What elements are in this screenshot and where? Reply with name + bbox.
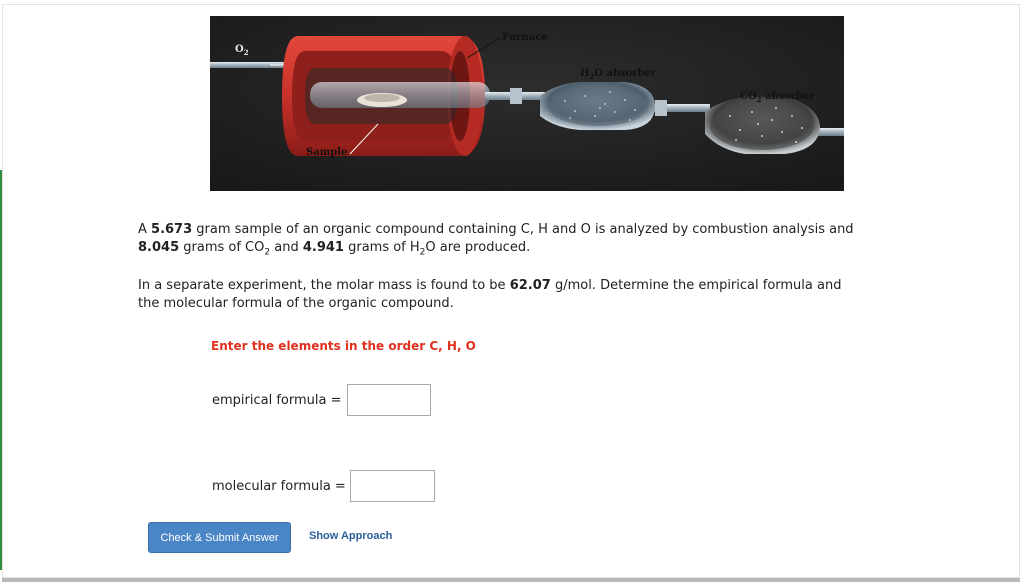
molecular-formula-label: molecular formula = — [212, 479, 346, 494]
sample-label: Sample — [306, 147, 347, 158]
p1-text-5: grams of H — [343, 240, 420, 255]
problem-paragraph-2: In a separate experiment, the molar mass… — [138, 277, 898, 313]
bottom-scroll-bar — [2, 578, 1020, 582]
o2-label-text: O — [235, 44, 244, 55]
submit-button-label: Check & Submit Answer — [160, 531, 279, 544]
co2-label-suffix: absorber — [761, 91, 815, 102]
check-submit-answer-button[interactable]: Check & Submit Answer — [148, 522, 291, 553]
co2-mass-value: 8.045 — [138, 240, 180, 255]
sample-mass-value: 5.673 — [151, 222, 193, 237]
molar-mass-value: 62.07 — [509, 278, 551, 293]
p2-text-1: In a separate experiment, the molar mass… — [138, 278, 510, 293]
show-approach-link[interactable]: Show Approach — [309, 530, 392, 542]
furnace-label: Furnace — [502, 32, 548, 43]
element-order-instruction: Enter the elements in the order C, H, O — [211, 339, 476, 353]
p1-text-2: gram sample of an organic compound conta… — [192, 222, 854, 237]
left-rail — [0, 170, 2, 570]
p2-text-2: g/mol. Determine the empirical formula a… — [550, 278, 842, 293]
co2-absorber-label: CO2 absorber — [740, 91, 815, 104]
o2-label: O2 — [235, 44, 249, 57]
problem-paragraph-1: A 5.673 gram sample of an organic compou… — [138, 221, 898, 262]
combustion-apparatus-figure: O2 Furnace H2O absorber CO2 absorber Sam… — [210, 16, 844, 191]
sample-label-text: Sample — [306, 147, 348, 158]
h2o-absorber-label: H2O absorber — [580, 68, 656, 81]
p1-text-3: grams of CO — [179, 240, 265, 255]
empirical-formula-label: empirical formula = — [212, 393, 342, 408]
co2-label-prefix: CO — [740, 91, 757, 102]
o2-label-sub: 2 — [243, 48, 249, 57]
h2o-mass-value: 4.941 — [302, 240, 344, 255]
p1-text-4: and — [270, 240, 303, 255]
p2-text-3: the molecular formula of the organic com… — [138, 296, 454, 311]
molecular-formula-input[interactable] — [350, 470, 435, 502]
empirical-formula-input[interactable] — [347, 384, 431, 416]
furnace-label-text: Furnace — [502, 32, 548, 43]
p1-text-6: O are produced. — [425, 240, 531, 255]
p1-text-1: A — [138, 222, 152, 237]
h2o-label-suffix: O absorber — [594, 68, 657, 79]
